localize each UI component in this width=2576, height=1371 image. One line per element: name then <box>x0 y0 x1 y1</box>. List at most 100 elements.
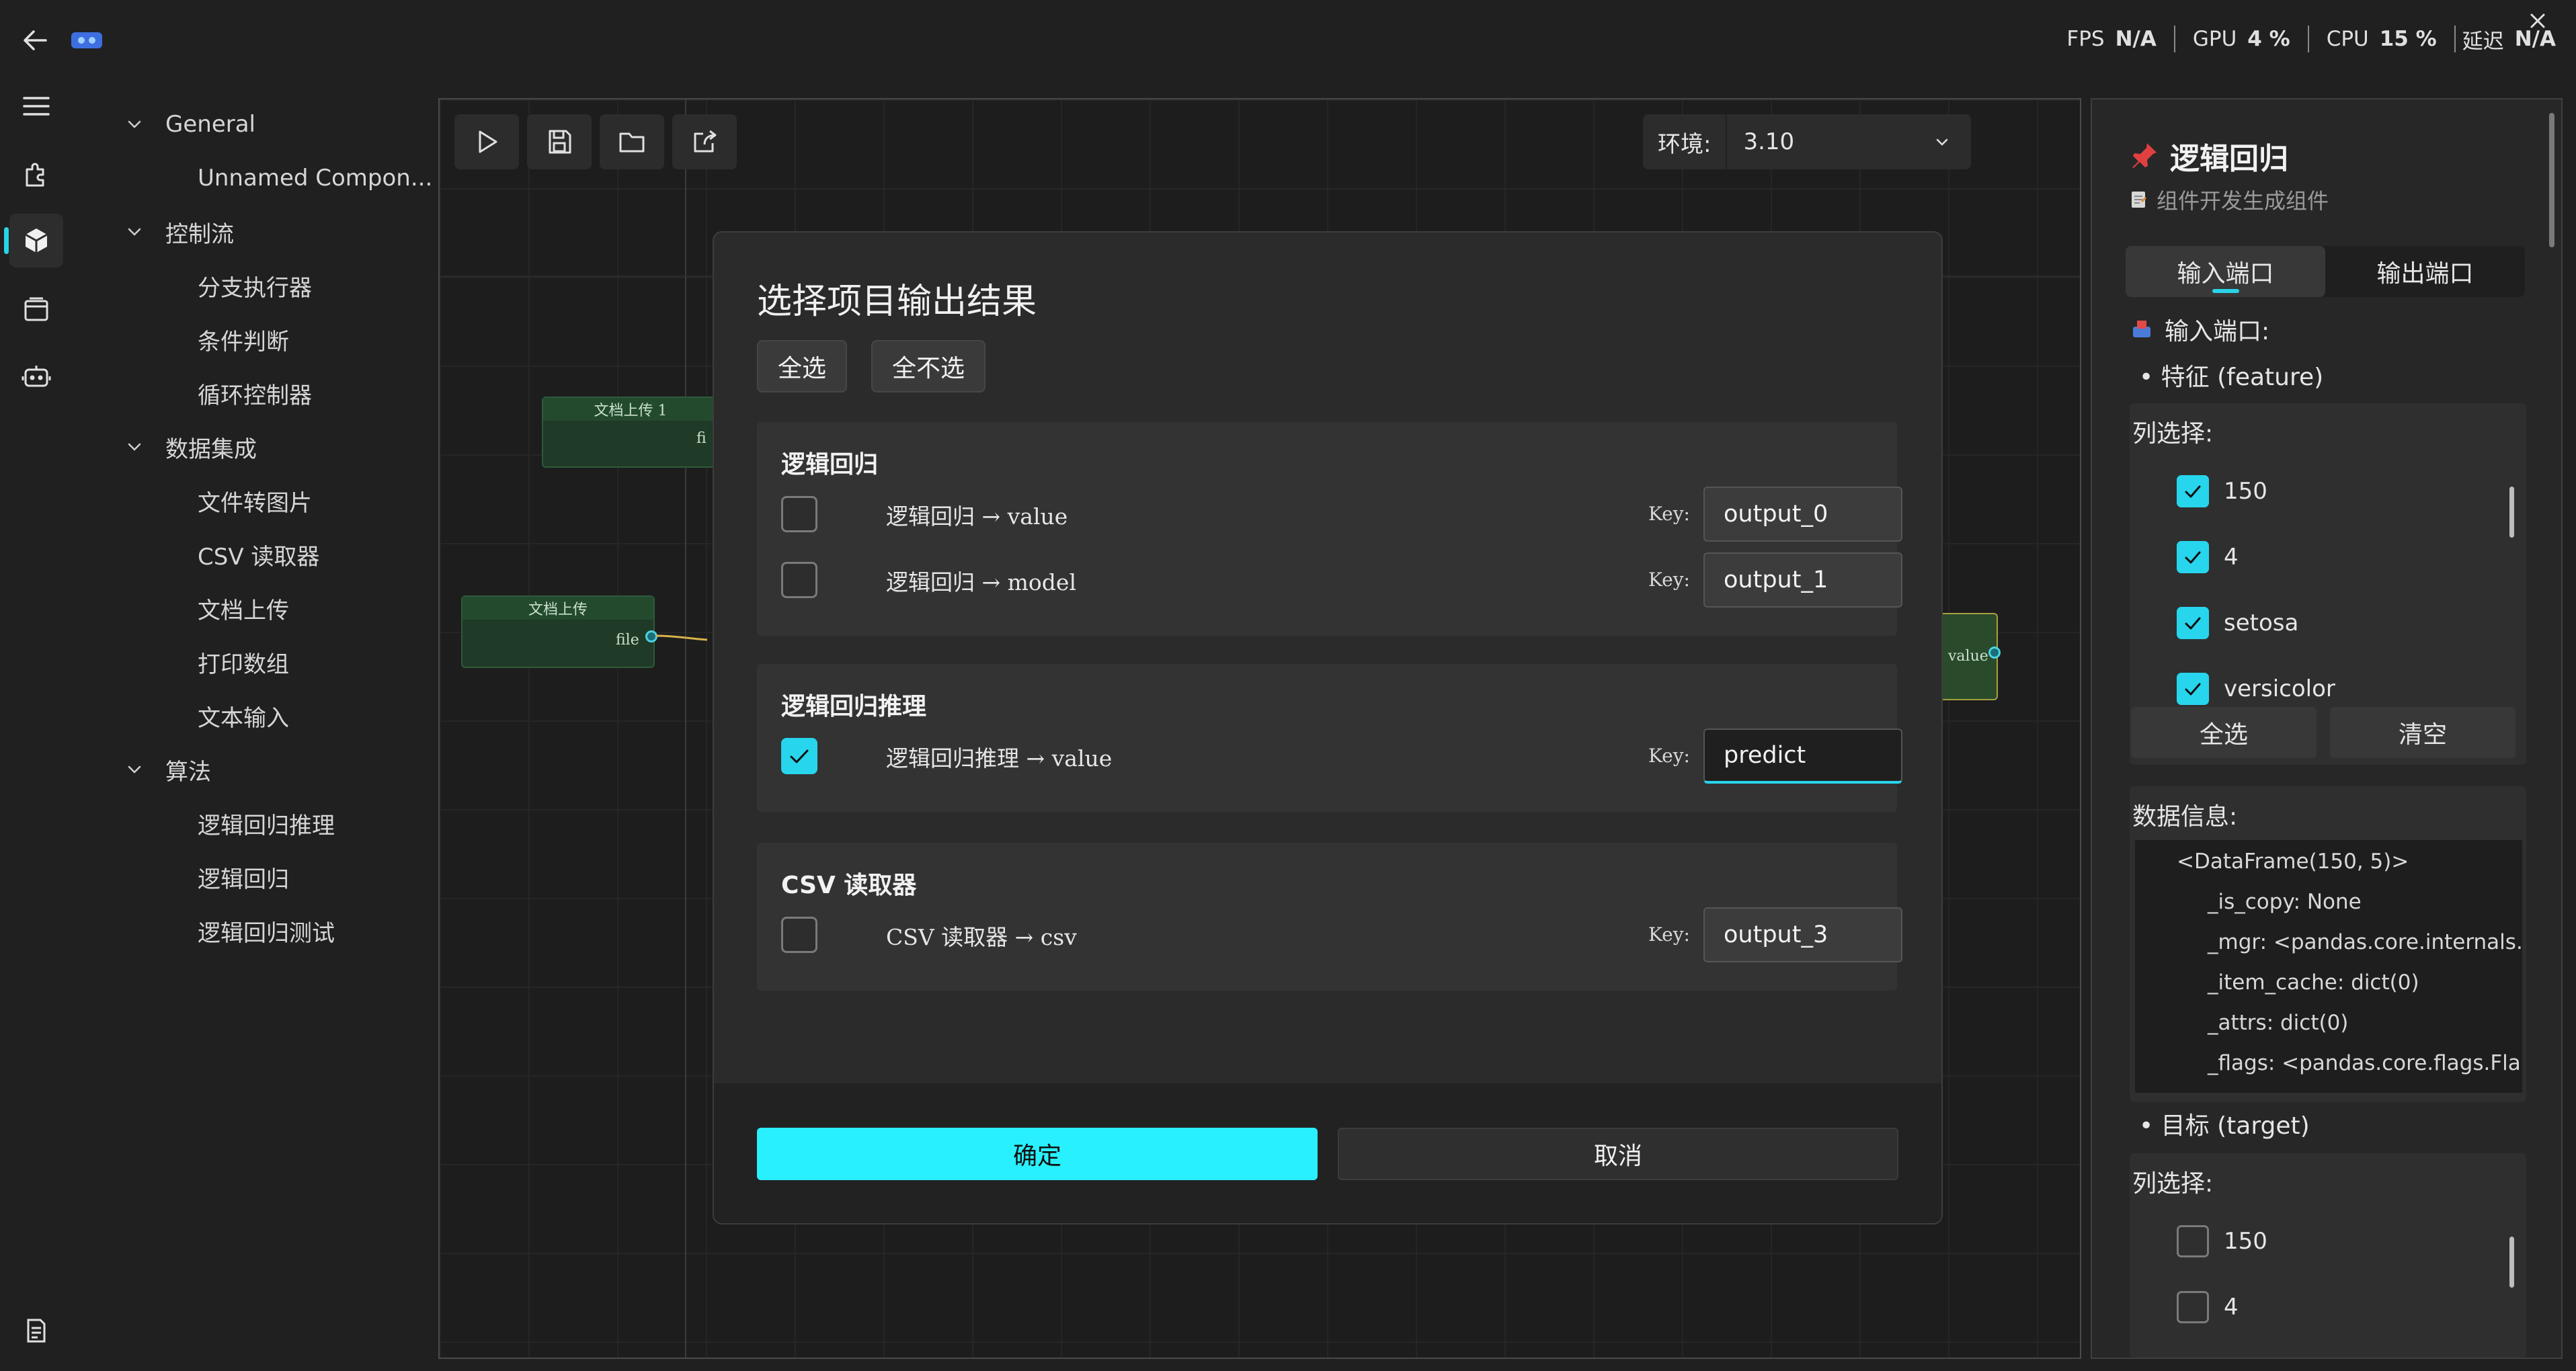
export-button[interactable] <box>672 114 737 169</box>
node-document-upload[interactable]: 文档上传 file <box>461 595 655 668</box>
window-stack-icon[interactable] <box>9 282 63 336</box>
key-label: Key: <box>1648 923 1690 946</box>
tree-item[interactable]: 逻辑回归 <box>121 850 417 904</box>
checkmark-icon <box>2185 683 2201 696</box>
output-label: CSV 读取器 → csv <box>886 924 1077 950</box>
tree-item[interactable]: 文档上传 <box>121 581 417 635</box>
panel-scrollbar[interactable] <box>2549 113 2554 247</box>
chevron-down-icon <box>1936 138 1948 146</box>
key-input[interactable]: output_1 <box>1703 552 1902 608</box>
data-info-line: <DataFrame(150, 5)> <box>2177 849 2409 874</box>
key-label: Key: <box>1648 503 1690 525</box>
key-label: Key: <box>1648 745 1690 767</box>
menu-icon[interactable] <box>9 79 63 133</box>
column-option[interactable]: 4 <box>2177 540 2239 574</box>
cpu-label: CPU <box>2326 27 2369 51</box>
group-title: CSV 读取器 <box>781 872 917 899</box>
run-button[interactable] <box>454 114 519 169</box>
plugin-icon[interactable] <box>9 148 63 202</box>
data-info-line: _attrs: dict(0) <box>2208 1011 2349 1035</box>
tree-label: 文档上传 <box>198 597 289 624</box>
column-option[interactable]: 150 <box>2177 474 2267 508</box>
cancel-button[interactable]: 取消 <box>1338 1128 1898 1180</box>
port-tabs: 输入端口 输出端口 <box>2126 246 2525 297</box>
key-input[interactable]: output_3 <box>1703 907 1902 962</box>
environment-selector[interactable]: 环境: 3.10 <box>1643 114 1971 169</box>
column-checkbox[interactable] <box>2177 475 2209 507</box>
output-checkbox[interactable] <box>781 496 817 532</box>
tree-category[interactable]: General <box>121 97 417 151</box>
window-close-icon[interactable] <box>2526 9 2549 32</box>
tree-item[interactable]: 循环控制器 <box>121 366 417 420</box>
select-all-button[interactable]: 全选 <box>757 340 847 392</box>
node-port-label: file <box>616 632 639 649</box>
column-option[interactable]: 150 <box>2177 1224 2267 1258</box>
fps-value: N/A <box>2115 27 2157 51</box>
tree-label: 控制流 <box>165 220 234 248</box>
tree-item[interactable]: 逻辑回归推理 <box>121 796 417 850</box>
feature-column-selector: 列选择: 150 4 setosa versicolor 全选 清空 <box>2130 403 2526 765</box>
column-option[interactable]: setosa <box>2177 606 2298 640</box>
memo-icon <box>2132 192 2147 208</box>
column-list-scrollbar[interactable] <box>2509 487 2514 538</box>
key-input[interactable]: output_0 <box>1703 487 1902 542</box>
tree-item[interactable]: 条件判断 <box>121 313 417 366</box>
column-checkbox[interactable] <box>2177 673 2209 705</box>
column-checkbox[interactable] <box>2177 541 2209 573</box>
column-label: 150 <box>2224 1228 2267 1255</box>
column-label: 4 <box>2224 544 2239 571</box>
tab-input-ports[interactable]: 输入端口 <box>2126 246 2325 297</box>
tree-item[interactable]: 打印数组 <box>121 635 417 689</box>
output-row: 逻辑回归推理 → value Key: predict <box>781 729 1902 784</box>
tree-item[interactable]: 文件转图片 <box>121 474 417 528</box>
tree-item[interactable]: CSV 读取器 <box>121 528 417 581</box>
output-select-dialog: 选择项目输出结果 全选 全不选 逻辑回归 逻辑回归 → value Key: outp… <box>713 231 1943 1224</box>
column-checkbox[interactable] <box>2177 1225 2209 1257</box>
output-row: CSV 读取器 → csv Key: output_3 <box>781 907 1902 962</box>
save-icon <box>549 130 571 154</box>
tree-item[interactable]: Unnamed Compon... <box>121 151 432 205</box>
panel-title-text: 逻辑回归 <box>2170 142 2288 176</box>
tree-item[interactable]: 分支执行器 <box>121 259 417 313</box>
column-clear-button[interactable]: 清空 <box>2330 707 2515 758</box>
component-tree: General Unnamed Compon... 控制流分支执行器 条件判断 循环控制… <box>121 97 432 958</box>
output-port-dot[interactable] <box>1988 647 2001 659</box>
open-folder-button[interactable] <box>600 114 664 169</box>
checkmark-icon <box>790 749 809 763</box>
column-checkbox[interactable] <box>2177 607 2209 639</box>
pushpin-icon <box>2132 143 2157 168</box>
data-info-content[interactable]: <DataFrame(150, 5)> _is_copy: None _mgr: <… <box>2135 840 2522 1093</box>
performance-monitor: FPS N/A GPU 4 % CPU 15 % 延迟 N/A <box>2066 20 2556 58</box>
node-logistic-regression[interactable]: value <box>1939 613 1998 700</box>
tree-category[interactable]: 控制流 <box>121 205 417 259</box>
tree-category[interactable]: 算法 <box>121 743 417 796</box>
input-ports-heading: 输入端口: <box>2131 312 2269 347</box>
log-document-icon[interactable] <box>9 1304 63 1358</box>
output-checkbox[interactable] <box>781 917 817 953</box>
robot-icon[interactable] <box>9 349 63 403</box>
tree-category[interactable]: 数据集成 <box>121 420 417 474</box>
tree-label: 逻辑回归推理 <box>198 812 335 839</box>
column-option[interactable]: 4 <box>2177 1290 2239 1324</box>
column-checkbox[interactable] <box>2177 1291 2209 1323</box>
env-select[interactable]: 3.10 <box>1726 114 1971 169</box>
confirm-button[interactable]: 确定 <box>757 1128 1318 1180</box>
select-none-button[interactable]: 全不选 <box>871 340 985 392</box>
output-checkbox[interactable] <box>781 738 817 774</box>
active-indicator <box>4 227 9 254</box>
column-select-all-button[interactable]: 全选 <box>2131 707 2317 758</box>
back-arrow-icon[interactable] <box>19 24 51 56</box>
app-logo-icon <box>70 30 104 51</box>
tree-item[interactable]: 文本输入 <box>121 689 417 743</box>
tree-item[interactable]: 逻辑回归测试 <box>121 904 417 958</box>
node-document-upload-1[interactable]: 文档上传 1 fi <box>542 397 719 468</box>
components-cube-icon[interactable] <box>9 214 63 267</box>
column-option[interactable]: versicolor <box>2177 672 2335 706</box>
output-checkbox[interactable] <box>781 562 817 598</box>
group-title: 逻辑回归推理 <box>781 693 927 720</box>
save-button[interactable] <box>527 114 592 169</box>
tab-output-ports[interactable]: 输出端口 <box>2325 246 2525 297</box>
column-list-scrollbar[interactable] <box>2509 1237 2514 1288</box>
tree-label: 算法 <box>165 758 211 786</box>
key-input[interactable]: predict <box>1703 729 1902 784</box>
